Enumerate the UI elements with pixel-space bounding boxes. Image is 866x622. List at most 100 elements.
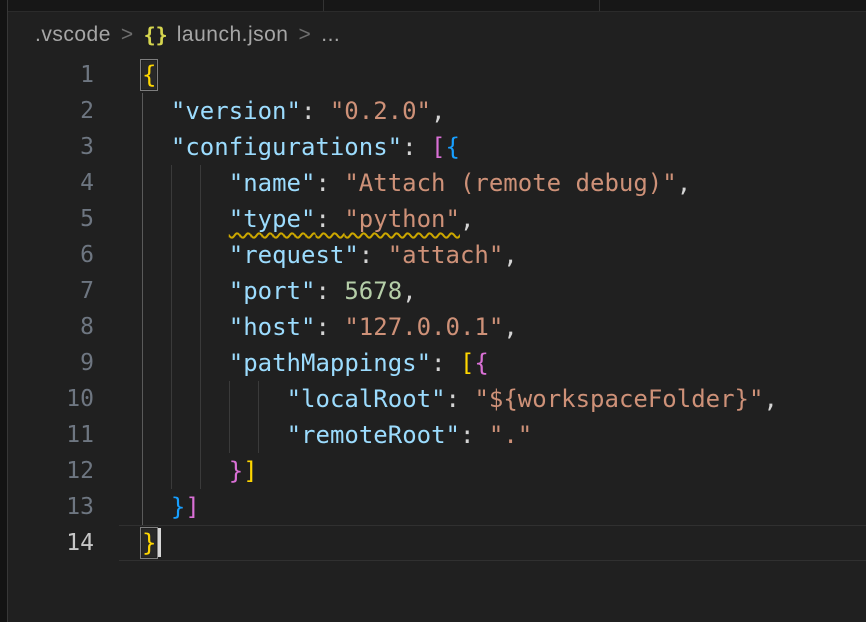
code-line[interactable]: 2"version": "0.2.0",	[0, 93, 866, 129]
code-text: "host": "127.0.0.1",	[229, 309, 518, 345]
code-text: "port": 5678,	[229, 273, 417, 309]
code-token: ,	[677, 169, 691, 197]
code-token: "attach"	[388, 241, 504, 269]
code-text: "localRoot": "${workspaceFolder}",	[287, 381, 778, 417]
code-token: "pathMappings"	[229, 349, 431, 377]
line-number[interactable]: 7	[0, 273, 94, 309]
code-token: :	[402, 133, 431, 161]
code-text: "type": "python",	[229, 201, 475, 237]
line-number[interactable]: 3	[0, 129, 94, 165]
indent-guide	[142, 201, 143, 237]
indent-guide	[142, 309, 143, 345]
indent-guide	[171, 309, 172, 345]
chevron-right-icon: >	[121, 23, 134, 47]
current-line-highlight	[119, 525, 866, 561]
line-number[interactable]: 11	[0, 417, 94, 453]
sidebar-edge	[0, 0, 8, 622]
code-token: {	[474, 349, 488, 377]
vscode-editor-window: .vscode > {} launch.json > ... 1{2"versi…	[0, 0, 866, 622]
code-token: "127.0.0.1"	[344, 313, 503, 341]
code-token: "localRoot"	[287, 385, 446, 413]
code-token: {	[445, 133, 459, 161]
code-area[interactable]: 1{2"version": "0.2.0",3"configurations":…	[0, 57, 866, 561]
code-token: :	[301, 97, 330, 125]
line-number[interactable]: 13	[0, 489, 94, 525]
indent-guide	[142, 417, 143, 453]
code-token: "."	[489, 421, 532, 449]
indent-guide	[229, 417, 230, 453]
code-token: "configurations"	[171, 133, 402, 161]
indent-guide	[171, 345, 172, 381]
code-line[interactable]: 14}	[0, 525, 866, 561]
line-number[interactable]: 4	[0, 165, 94, 201]
code-token: :	[315, 205, 344, 233]
line-number[interactable]: 1	[0, 57, 94, 93]
line-number[interactable]: 14	[0, 525, 94, 561]
code-token: :	[315, 169, 344, 197]
indent-guide	[142, 489, 143, 525]
indent-guide	[171, 273, 172, 309]
code-token: :	[460, 421, 489, 449]
matched-bracket: {	[142, 61, 156, 89]
code-line[interactable]: 7 "port": 5678,	[0, 273, 866, 309]
line-number[interactable]: 10	[0, 381, 94, 417]
code-line[interactable]: 5 "type": "python",	[0, 201, 866, 237]
indent-guide	[200, 417, 201, 453]
line-number[interactable]: 6	[0, 237, 94, 273]
code-text: "request": "attach",	[229, 237, 518, 273]
indent-guide	[171, 201, 172, 237]
indent-guide	[200, 201, 201, 237]
code-line[interactable]: 3 "configurations": [{	[0, 129, 866, 165]
code-token: "python"	[344, 205, 460, 233]
indent-guide	[142, 381, 143, 417]
indent-guide	[142, 345, 143, 381]
indent-guide	[229, 381, 230, 417]
code-token: }	[171, 493, 185, 521]
indent-guide	[171, 381, 172, 417]
code-text: "remoteRoot": "."	[287, 417, 533, 453]
code-line[interactable]: 4"name": "Attach (remote debug)",	[0, 165, 866, 201]
indent-guide	[171, 237, 172, 273]
indent-guide	[200, 309, 201, 345]
code-token: "request"	[229, 241, 359, 269]
line-number[interactable]: 12	[0, 453, 94, 489]
code-token: ]	[185, 493, 199, 521]
chevron-right-icon: >	[298, 23, 311, 47]
tab-divider	[599, 0, 600, 11]
indent-guide	[171, 165, 172, 201]
code-line[interactable]: 10 "localRoot": "${workspaceFolder}",	[0, 381, 866, 417]
tab-bar	[0, 0, 866, 12]
code-line[interactable]: 9 "pathMappings": [{	[0, 345, 866, 381]
indent-guide	[200, 165, 201, 201]
indent-guide	[258, 381, 259, 417]
json-file-icon: {}	[144, 23, 168, 47]
code-line[interactable]: 8 "host": "127.0.0.1",	[0, 309, 866, 345]
code-line[interactable]: 6 "request": "attach",	[0, 237, 866, 273]
matched-bracket: }	[142, 529, 156, 557]
indent-guide	[142, 273, 143, 309]
code-text: {	[142, 57, 156, 93]
indent-guide	[142, 129, 143, 165]
line-number[interactable]: 5	[0, 201, 94, 237]
code-line[interactable]: 11 "remoteRoot": "."	[0, 417, 866, 453]
code-token: "host"	[229, 313, 316, 341]
breadcrumb-symbol-more[interactable]: ...	[321, 23, 340, 47]
code-text: "pathMappings": [{	[229, 345, 489, 381]
code-token: "Attach (remote debug)"	[344, 169, 676, 197]
code-text: "configurations": [{	[171, 129, 460, 165]
breadcrumb-folder[interactable]: .vscode	[35, 23, 111, 47]
code-token: "remoteRoot"	[287, 421, 460, 449]
code-line[interactable]: 1{	[0, 57, 866, 93]
code-line[interactable]: 13}]	[0, 489, 866, 525]
code-token: ,	[763, 385, 777, 413]
code-token: :	[315, 313, 344, 341]
line-number[interactable]: 8	[0, 309, 94, 345]
indent-guide	[200, 381, 201, 417]
indent-guide	[200, 273, 201, 309]
breadcrumb-file[interactable]: launch.json	[177, 23, 289, 47]
code-token: :	[431, 349, 460, 377]
line-number[interactable]: 9	[0, 345, 94, 381]
line-number[interactable]: 2	[0, 93, 94, 129]
code-token: }	[229, 457, 243, 485]
code-line[interactable]: 12}]	[0, 453, 866, 489]
